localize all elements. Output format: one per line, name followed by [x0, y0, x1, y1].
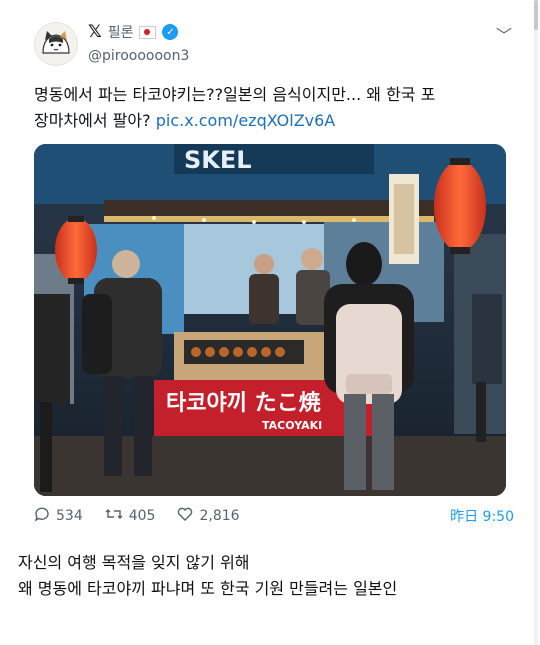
scrollbar-thumb[interactable]	[534, 0, 538, 30]
cat-avatar-icon	[35, 23, 77, 65]
like-action[interactable]: 2,816	[177, 506, 240, 526]
cart-banner-text: 타코야끼 たこ焼	[166, 390, 321, 416]
takoyaki-stall-photo: SKEL 타코야끼 たこ焼 TACOYAKI	[34, 144, 506, 496]
more-options-chevron-icon[interactable]: ﹀	[496, 22, 512, 46]
reply-count: 534	[56, 508, 83, 524]
engagement-bar: 534 405 2,816 昨日 9:50	[34, 504, 514, 528]
post-caption: 자신의 여행 목적을 잊지 않기 위해 왜 명동에 타코야끼 파냐며 또 한국 …	[18, 550, 528, 602]
reply-action[interactable]: 534	[34, 506, 83, 526]
tweet-text-line2-prefix: 장마차에서 팔아?	[34, 111, 156, 130]
sign-text: SKEL	[184, 146, 252, 174]
heart-icon	[177, 506, 193, 526]
like-count: 2,816	[199, 508, 240, 524]
tweet-photo[interactable]: SKEL 타코야끼 たこ焼 TACOYAKI	[34, 144, 506, 496]
avatar[interactable]	[34, 22, 78, 66]
caption-line2: 왜 명동에 타코야끼 파냐며 또 한국 기원 만들려는 일본인	[18, 579, 398, 598]
repost-action[interactable]: 405	[105, 506, 156, 526]
tweet-card[interactable]: 𝕏 필론 ✓ @piroooooon3 ﹀ 명동에서 파는 타코야키는??일본의…	[18, 8, 524, 538]
author-handle[interactable]: @piroooooon3	[88, 48, 189, 64]
repost-icon	[105, 506, 123, 526]
media-link[interactable]: pic.x.com/ezqXOlZv6A	[156, 111, 336, 130]
verified-badge-icon: ✓	[162, 24, 179, 40]
tweet-text: 명동에서 파는 타코야키는??일본의 음식이지만... 왜 한국 포 장마차에서…	[34, 82, 514, 134]
store-sign: SKEL	[174, 144, 374, 174]
cart-banner-sub: TACOYAKI	[262, 419, 322, 432]
display-name[interactable]: 필론	[108, 22, 134, 42]
tweet-text-line1: 명동에서 파는 타코야키는??일본의 음식이지만... 왜 한국 포	[34, 85, 436, 104]
timestamp[interactable]: 昨日 9:50	[450, 506, 514, 526]
japan-flag-icon	[139, 25, 157, 39]
tweet-text-line2: 장마차에서 팔아? pic.x.com/ezqXOlZv6A	[34, 108, 514, 134]
page-scrollbar[interactable]	[534, 0, 538, 645]
caption-line1: 자신의 여행 목적을 잊지 않기 위해	[18, 553, 250, 572]
repost-count: 405	[128, 508, 156, 524]
author-name-row[interactable]: 𝕏 필론 ✓	[88, 22, 179, 42]
reply-icon	[34, 506, 50, 526]
x-logo-icon: 𝕏	[88, 22, 102, 42]
